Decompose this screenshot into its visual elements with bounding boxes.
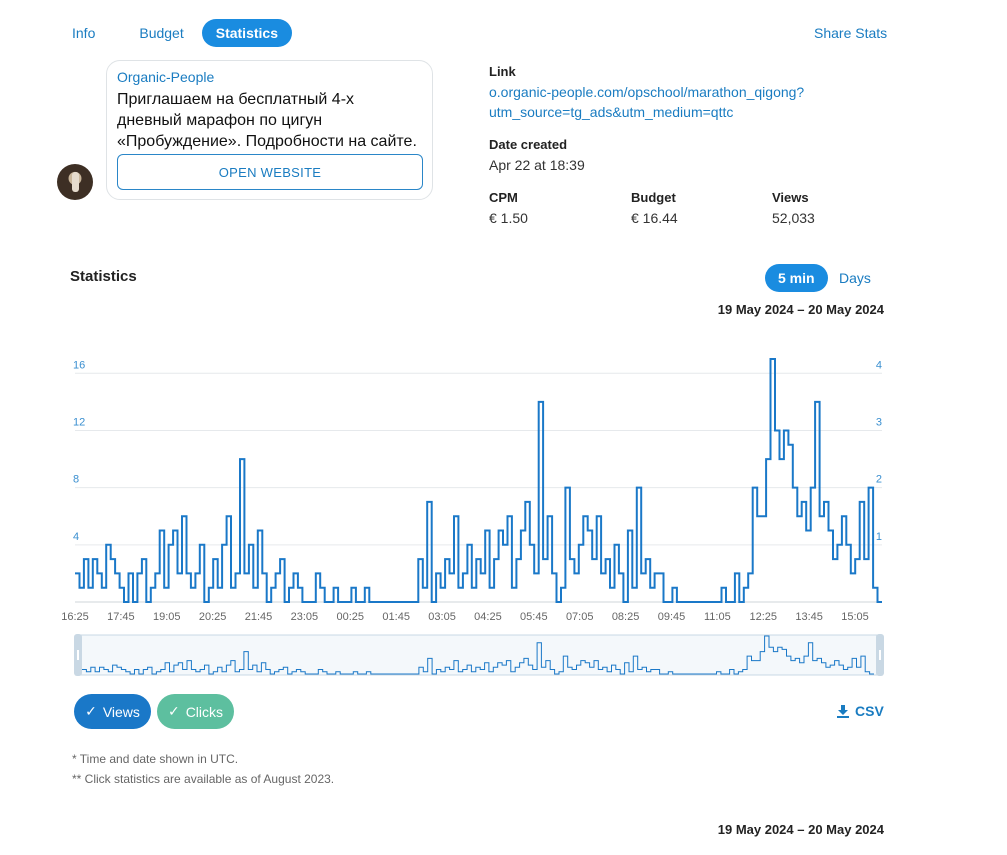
budget-label: Budget (631, 190, 676, 205)
download-icon (837, 705, 849, 718)
utc-note: * Time and date shown in UTC. (72, 752, 239, 766)
date-range-bottom: 19 May 2024 – 20 May 2024 (717, 822, 884, 837)
cpm-section: CPM € 1.50 (489, 190, 528, 226)
link-label: Link (489, 64, 516, 79)
x-tick-label: 15:05 (841, 611, 869, 623)
clicks-toggle-label: Clicks (185, 703, 224, 720)
ad-link-line2[interactable]: utm_source=tg_ads&utm_medium=qttc (489, 102, 804, 122)
x-tick-label: 08:25 (612, 611, 640, 623)
check-icon: ✓ (167, 703, 180, 719)
ad-sender-name: Organic-People (117, 69, 215, 85)
views-label: Views (772, 190, 809, 205)
y-right-tick-label: 4 (876, 359, 882, 371)
avatar (57, 164, 93, 200)
ad-link[interactable]: o.organic-people.com/opschool/marathon_q… (489, 82, 804, 122)
views-series-line (75, 358, 882, 603)
x-tick-label: 07:05 (566, 611, 594, 623)
y-right-tick-label: 1 (876, 531, 882, 543)
toggle-days[interactable]: Days (826, 264, 884, 292)
csv-download-button[interactable]: CSV (836, 703, 884, 719)
budget-value: € 16.44 (631, 210, 678, 226)
csv-label: CSV (855, 703, 884, 719)
x-tick-label: 17:45 (107, 611, 135, 623)
date-created-value: Apr 22 at 18:39 (489, 157, 585, 173)
x-tick-label: 21:45 (245, 611, 273, 623)
ad-link-line1[interactable]: o.organic-people.com/opschool/marathon_q… (489, 82, 804, 102)
budget-section: Budget € 16.44 (631, 190, 678, 226)
y-right-tick-label: 3 (876, 416, 882, 428)
x-tick-label: 03:05 (428, 611, 456, 623)
views-section: Views 52,033 (772, 190, 815, 226)
date-range: 19 May 2024 – 20 May 2024 (717, 302, 884, 317)
open-website-button[interactable]: OPEN WEBSITE (117, 154, 423, 190)
y-right-tick-label: 2 (876, 474, 882, 486)
views-value: 52,033 (772, 210, 815, 226)
y-left-tick-label: 4 (73, 531, 79, 543)
x-tick-label: 13:45 (795, 611, 823, 623)
check-icon: ✓ (85, 703, 97, 719)
views-toggle-label: Views (102, 703, 140, 720)
y-left-tick-label: 16 (73, 359, 85, 371)
share-stats-link[interactable]: Share Stats (814, 25, 887, 41)
link-section: Link o.organic-people.com/opschool/marat… (489, 64, 804, 122)
toggle-5min[interactable]: 5 min (765, 264, 828, 292)
cpm-label: CPM (489, 190, 518, 205)
y-left-tick-label: 12 (73, 416, 85, 428)
click-stats-note: ** Click statistics are available as of … (72, 772, 335, 786)
x-tick-label: 11:05 (704, 611, 731, 623)
tab-info[interactable]: Info (58, 19, 109, 47)
x-tick-label: 23:05 (291, 611, 319, 623)
views-toggle-button[interactable]: ✓ Views (74, 694, 151, 729)
x-tick-label: 12:25 (749, 611, 777, 623)
x-tick-label: 09:45 (658, 611, 686, 623)
date-created-label: Date created (489, 137, 568, 152)
y-left-tick-label: 8 (73, 474, 79, 486)
x-tick-label: 19:05 (153, 611, 181, 623)
x-tick-label: 16:25 (61, 611, 89, 623)
cpm-value: € 1.50 (489, 210, 528, 226)
tab-bar: Info Budget Statistics (58, 19, 292, 47)
chart-navigator[interactable] (74, 634, 884, 676)
x-tick-label: 00:25 (337, 611, 365, 623)
statistics-heading: Statistics (70, 268, 137, 285)
ad-preview-bubble: Organic-People Приглашаем на бесплатный … (106, 60, 433, 200)
tab-statistics[interactable]: Statistics (201, 19, 292, 47)
x-tick-label: 01:45 (382, 611, 410, 623)
clicks-toggle-button[interactable]: ✓ Clicks (157, 694, 234, 729)
x-tick-label: 04:25 (474, 611, 502, 623)
ad-message-text: Приглашаем на бесплатный 4-х дневный мар… (117, 91, 417, 150)
date-created-section: Date created Apr 22 at 18:39 (489, 137, 585, 173)
tab-budget[interactable]: Budget (125, 19, 197, 47)
x-tick-label: 20:25 (199, 611, 227, 623)
x-tick-label: 05:45 (520, 611, 548, 623)
views-chart[interactable]: 4 1 8 2 12 3 16 4 16:25 17:45 19:05 20:25 21:45 23:05… (60, 355, 890, 625)
